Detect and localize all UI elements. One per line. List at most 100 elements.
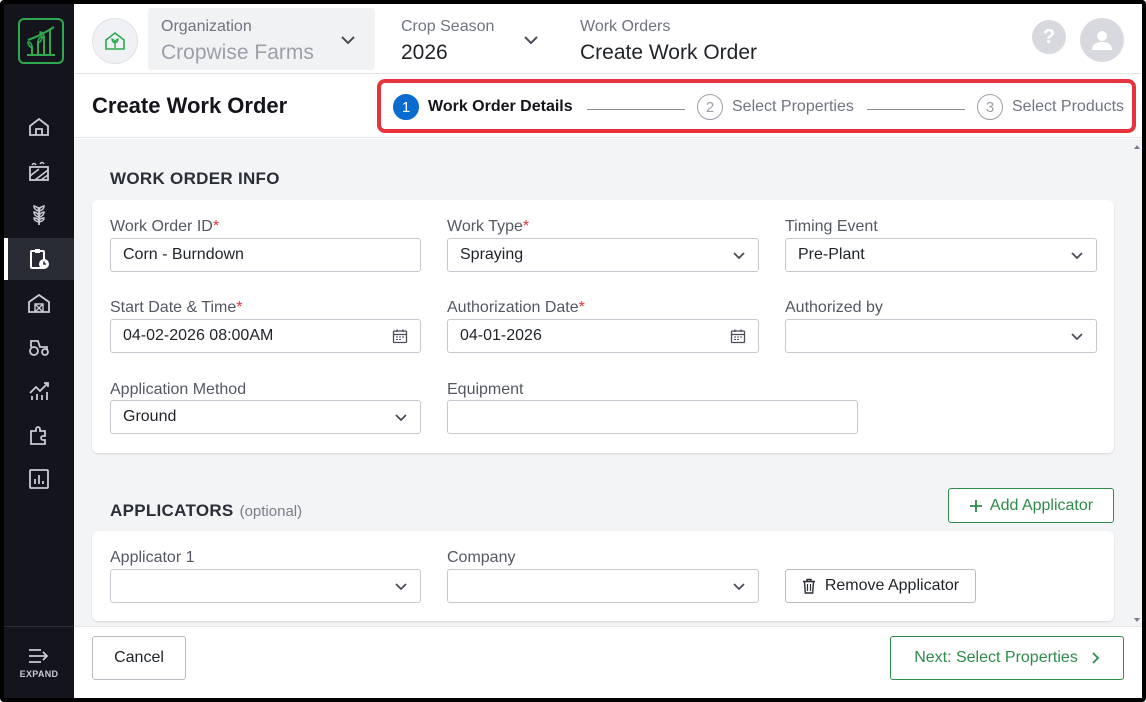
- work-type-select[interactable]: Spraying: [447, 238, 759, 272]
- breadcrumb-parent[interactable]: Work Orders: [580, 18, 670, 36]
- sidebar-item-storage[interactable]: [4, 282, 74, 324]
- crop-season-selector[interactable]: Crop Season 2026: [384, 8, 548, 70]
- farm-icon: [105, 31, 125, 50]
- integrations-icon: [30, 426, 46, 445]
- application-method-label: Application Method: [110, 381, 247, 398]
- logo-icon: [27, 26, 55, 56]
- breadcrumb: Work Orders Create Work Order: [564, 8, 864, 70]
- start-date-input[interactable]: 04-02-2026 08:00AM: [110, 319, 421, 353]
- chevron-down-icon: [733, 252, 745, 260]
- step-select-products[interactable]: 3 Select Products: [977, 94, 1124, 120]
- work-order-id-value: Corn - Burndown: [123, 246, 244, 263]
- organization-label: Organization: [161, 18, 252, 35]
- chevron-right-icon: [1092, 652, 1100, 664]
- work-order-id-label: Work Order ID*: [110, 218, 220, 235]
- calendar-icon[interactable]: [392, 328, 408, 344]
- start-date-value: 04-02-2026 08:00AM: [123, 327, 274, 344]
- authorization-date-value: 04-01-2026: [460, 327, 542, 344]
- chevron-down-icon: [524, 36, 538, 45]
- chevron-down-icon: [733, 583, 745, 591]
- start-date-label: Start Date & Time*: [110, 299, 243, 316]
- applicator-card: Applicator 1 Company Remove Applicator: [92, 531, 1114, 621]
- chevron-down-icon: [341, 36, 355, 45]
- next-select-properties-button[interactable]: Next: Select Properties: [890, 636, 1124, 680]
- help-button[interactable]: ?: [1032, 20, 1066, 54]
- user-avatar[interactable]: [1080, 18, 1124, 62]
- application-method-value: Ground: [123, 408, 177, 425]
- work-type-label: Work Type*: [447, 218, 530, 235]
- cancel-label: Cancel: [114, 649, 164, 666]
- sidebar-item-reports[interactable]: [4, 458, 74, 500]
- footer-actions: Cancel Next: Select Properties: [74, 626, 1142, 698]
- main-content[interactable]: WORK ORDER INFO Work Order ID* Corn - Bu…: [74, 139, 1142, 626]
- optional-label: (optional): [239, 503, 303, 520]
- organization-selector[interactable]: Organization Cropwise Farms: [148, 8, 375, 70]
- remove-applicator-button[interactable]: Remove Applicator: [785, 569, 976, 603]
- crop-season-label: Crop Season: [401, 18, 495, 35]
- company-select[interactable]: [447, 569, 759, 603]
- content-scrollbar[interactable]: [1132, 139, 1142, 626]
- user-icon: [1092, 31, 1112, 50]
- scroll-down-icon[interactable]: [1132, 616, 1142, 624]
- step-select-properties[interactable]: 2 Select Properties: [697, 94, 854, 120]
- add-applicator-button[interactable]: Add Applicator: [948, 488, 1114, 523]
- step-number: 3: [977, 94, 1003, 120]
- sidebar-item-equipment[interactable]: [4, 326, 74, 368]
- timing-event-select[interactable]: Pre-Plant: [785, 238, 1097, 272]
- step-connector: [867, 109, 965, 110]
- sidebar-item-yield[interactable]: [4, 370, 74, 412]
- page-header: Create Work Order 1 Work Order Details 2…: [74, 75, 1142, 138]
- step-number: 2: [697, 94, 723, 120]
- crop-icon: [33, 205, 45, 225]
- yield-icon: [29, 382, 49, 400]
- work-order-icon: [30, 249, 49, 269]
- home-icon: [29, 117, 49, 136]
- step-label: Work Order Details: [428, 98, 573, 115]
- chevron-down-icon: [395, 583, 407, 591]
- expand-label: EXPAND: [19, 668, 59, 679]
- application-method-select[interactable]: Ground: [110, 400, 421, 434]
- calendar-icon[interactable]: [730, 328, 746, 344]
- step-label: Select Products: [1012, 98, 1125, 115]
- applicator-label: Applicator 1: [110, 549, 195, 566]
- step-number: 1: [393, 94, 419, 120]
- trash-icon: [802, 578, 815, 594]
- timing-event-label: Timing Event: [785, 218, 878, 235]
- breadcrumb-current: Create Work Order: [580, 41, 757, 64]
- help-icon: ?: [1042, 25, 1056, 48]
- sidebar-item-home[interactable]: [4, 106, 74, 148]
- step-label: Select Properties: [732, 98, 854, 115]
- crop-season-value: 2026: [401, 41, 448, 64]
- work-type-value: Spraying: [460, 246, 524, 263]
- expand-sidebar-button[interactable]: EXPAND: [4, 626, 74, 698]
- work-order-info-card: Work Order ID* Corn - Burndown Work Type…: [92, 200, 1114, 453]
- chevron-down-icon: [1071, 333, 1083, 341]
- authorization-date-label: Authorization Date*: [447, 299, 585, 316]
- cancel-button[interactable]: Cancel: [92, 636, 186, 680]
- authorized-by-select[interactable]: [785, 319, 1097, 353]
- organization-value: Cropwise Farms: [161, 41, 314, 64]
- sidebar-item-work-orders[interactable]: [4, 238, 74, 280]
- chevron-down-icon: [395, 414, 407, 422]
- remove-applicator-label: Remove Applicator: [824, 577, 960, 594]
- app-window: EXPAND Organization Cropwise Farms Crop …: [0, 0, 1146, 702]
- wizard-stepper: 1 Work Order Details 2 Select Properties…: [377, 79, 1136, 133]
- top-header: Organization Cropwise Farms Crop Season …: [74, 4, 1142, 74]
- work-order-id-input[interactable]: Corn - Burndown: [110, 238, 421, 272]
- step-connector: [587, 109, 685, 110]
- sidebar-item-integrations[interactable]: [4, 414, 74, 456]
- applicator-select[interactable]: [110, 569, 421, 603]
- sidebar-item-fields[interactable]: [4, 150, 74, 192]
- fields-icon: [29, 161, 49, 181]
- step-work-order-details[interactable]: 1 Work Order Details: [393, 94, 573, 120]
- authorization-date-input[interactable]: 04-01-2026: [447, 319, 759, 353]
- sidebar-item-crops[interactable]: [4, 194, 74, 236]
- tractor-icon: [29, 340, 49, 356]
- sidebar: EXPAND: [4, 4, 74, 698]
- app-logo[interactable]: [18, 18, 64, 64]
- plus-icon: [969, 499, 982, 512]
- scroll-up-icon[interactable]: [1132, 143, 1142, 151]
- work-order-info-title: WORK ORDER INFO: [110, 169, 280, 188]
- equipment-input[interactable]: [447, 400, 858, 434]
- page-title: Create Work Order: [92, 93, 288, 118]
